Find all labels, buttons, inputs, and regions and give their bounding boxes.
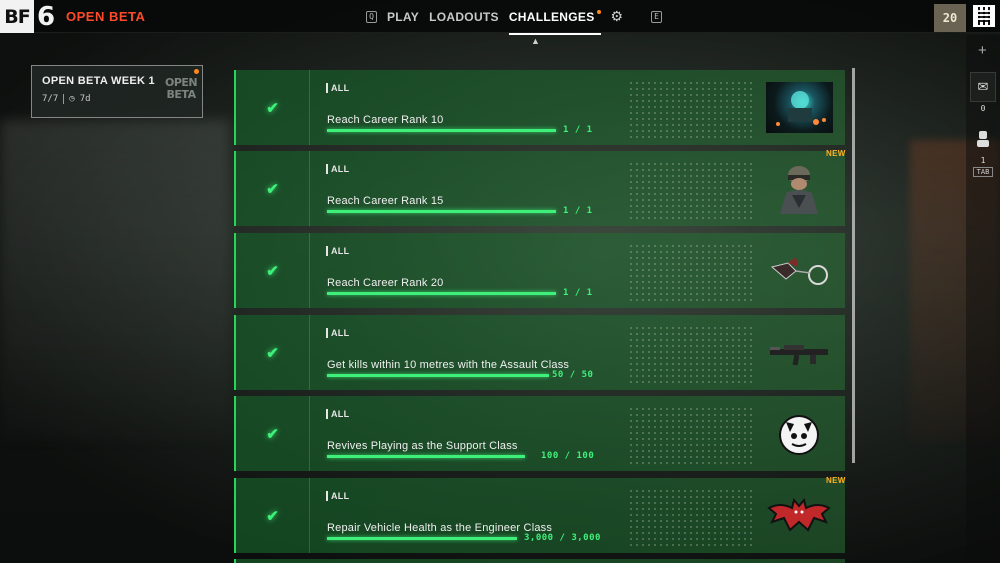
challenge-row[interactable]: ✔ ALL Reach Career Rank 10 1 / 1 [234, 70, 845, 145]
completion-cell: ✔ [236, 233, 310, 308]
challenge-progress: 100 / 100 [541, 451, 595, 461]
mail-icon: ✉ [970, 72, 996, 102]
nav-next-key[interactable]: E [651, 10, 663, 23]
week-progress: 7/7 [42, 94, 59, 104]
main-nav: Q PLAY LOADOUTS CHALLENGES ⚙ E [366, 0, 663, 35]
clock-icon: ◷ [69, 94, 75, 104]
tab-key-hint: TAB [972, 167, 994, 177]
tab-challenges[interactable]: CHALLENGES [508, 9, 601, 35]
challenge-progress: 3,000 / 3,000 [524, 533, 601, 543]
notification-dot [596, 9, 601, 14]
right-rail [966, 35, 1000, 563]
scrollbar[interactable] [852, 68, 855, 463]
challenge-category: ALL [326, 328, 349, 338]
new-badge: NEW [826, 149, 846, 158]
tab-indicator-icon: ▲ [531, 36, 540, 46]
progress-bar [327, 374, 549, 377]
dot-pattern [628, 325, 753, 383]
challenge-category: ALL [326, 409, 349, 419]
challenge-name: Repair Vehicle Health as the Engineer Cl… [327, 522, 553, 534]
reward-thumbnail[interactable] [766, 163, 833, 214]
progress-bar [327, 129, 556, 132]
squad-icon [970, 124, 996, 154]
checkmark-icon: ✔ [266, 99, 279, 117]
new-badge: NEW [826, 476, 846, 485]
gear-icon[interactable]: ⚙ [611, 8, 624, 25]
checkmark-icon: ✔ [266, 507, 279, 525]
challenge-category: ALL [326, 491, 349, 501]
reward-thumbnail[interactable] [766, 408, 833, 459]
week-meta: 7/7 ◷ 7d [42, 94, 91, 104]
player-rank-badge[interactable]: 20 [934, 4, 966, 32]
challenge-progress: 1 / 1 [563, 288, 593, 298]
badge-line-2: BETA [166, 88, 197, 101]
completion-cell: ✔ [236, 315, 310, 390]
tab-play[interactable]: PLAY [387, 10, 419, 24]
challenge-row[interactable]: NEW ✔ ALL Reach Career Rank 15 1 / 1 [234, 149, 846, 226]
week-time-left: 7d [79, 94, 91, 104]
tab-challenges-label: CHALLENGES [508, 9, 595, 24]
completion-cell: ✔ [236, 151, 310, 226]
open-beta-badge: OPEN BETA [165, 77, 198, 101]
mail-count: 0 [980, 104, 986, 113]
mail-button[interactable]: ✉ 0 [970, 72, 996, 113]
challenge-name: Reach Career Rank 10 [327, 114, 444, 126]
challenge-name: Reach Career Rank 20 [327, 277, 444, 289]
logo-number: 6 [36, 1, 56, 32]
dot-pattern [628, 161, 753, 219]
completion-cell: ✔ [236, 478, 310, 553]
challenge-name: Get kills within 10 metres with the Assa… [327, 359, 570, 371]
challenge-row-partial[interactable] [234, 559, 845, 563]
challenge-row[interactable]: ✔ ALL Reach Career Rank 20 1 / 1 [234, 233, 845, 308]
logo-bf: BF [0, 0, 34, 33]
challenge-category: ALL [326, 164, 349, 174]
nav-prev-key[interactable]: Q [366, 10, 377, 23]
progress-bar [327, 455, 525, 458]
week-title: OPEN BETA WEEK 1 [42, 75, 155, 87]
dot-pattern [628, 80, 753, 138]
progress-bar [327, 292, 556, 295]
background-left-structure [0, 120, 230, 440]
top-bar: BF 6 OPEN BETA Q PLAY LOADOUTS CHALLENGE… [0, 0, 1000, 35]
week-notification-dot [194, 69, 199, 74]
challenge-name: Reach Career Rank 15 [327, 195, 444, 207]
dot-pattern [628, 406, 753, 464]
challenge-category: ALL [326, 83, 349, 93]
checkmark-icon: ✔ [266, 344, 279, 362]
reward-thumbnail[interactable] [766, 327, 833, 378]
checkmark-icon: ✔ [266, 425, 279, 443]
player-emblem-icon[interactable] [973, 5, 995, 27]
squad-button[interactable]: 1 TAB [970, 124, 996, 177]
progress-bar [327, 210, 556, 213]
dot-pattern [628, 243, 753, 301]
progress-bar [327, 537, 517, 540]
mode-title: OPEN BETA [66, 9, 146, 24]
game-logo[interactable]: BF 6 [0, 0, 58, 33]
reward-thumbnail[interactable] [766, 245, 833, 296]
week-card[interactable]: OPEN BETA WEEK 1 7/7 ◷ 7d OPEN BETA [31, 65, 203, 118]
challenge-row[interactable]: NEW ✔ ALL Repair Vehicle Health as the E… [234, 476, 846, 553]
challenge-row[interactable]: ✔ ALL Get kills within 10 metres with th… [234, 315, 845, 390]
completion-cell: ✔ [236, 70, 310, 145]
challenge-name: Revives Playing as the Support Class [327, 440, 518, 452]
dot-pattern [628, 488, 753, 546]
checkmark-icon: ✔ [266, 262, 279, 280]
checkmark-icon: ✔ [266, 180, 279, 198]
reward-thumbnail[interactable] [766, 490, 833, 541]
challenge-progress: 1 / 1 [563, 206, 593, 216]
divider [63, 94, 65, 104]
tab-loadouts[interactable]: LOADOUTS [429, 10, 499, 24]
reward-thumbnail[interactable] [766, 82, 833, 133]
squad-count: 1 [980, 156, 986, 165]
completion-cell: ✔ [236, 396, 310, 471]
add-friend-icon[interactable]: + [978, 42, 987, 59]
challenge-row[interactable]: ✔ ALL Revives Playing as the Support Cla… [234, 396, 845, 471]
challenge-progress: 50 / 50 [552, 370, 594, 380]
challenge-category: ALL [326, 246, 349, 256]
challenge-progress: 1 / 1 [563, 125, 593, 135]
